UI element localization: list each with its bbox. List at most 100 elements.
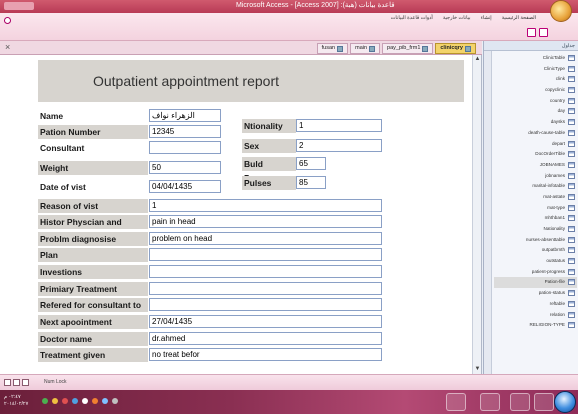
table-icon bbox=[568, 55, 575, 61]
status-text: Num Lock bbox=[44, 379, 67, 385]
nav-item[interactable]: Pation-file bbox=[494, 277, 577, 289]
nav-item[interactable]: pation-status bbox=[494, 288, 577, 299]
document-area: × clinicqry pay_pib_frm1 main fusan ▲ ▼ bbox=[0, 41, 482, 374]
field-reason-of-visit: 1 bbox=[149, 199, 382, 212]
taskbar-access-button[interactable] bbox=[446, 393, 466, 411]
nav-item[interactable]: outstatus bbox=[494, 256, 577, 267]
nav-item[interactable]: ClinicTable bbox=[494, 53, 577, 64]
nav-item[interactable]: depart bbox=[494, 139, 577, 150]
scroll-up-icon[interactable]: ▲ bbox=[474, 56, 481, 63]
start-button-icon[interactable] bbox=[554, 391, 576, 413]
nav-pane-header[interactable]: جداول bbox=[484, 41, 578, 51]
status-bar: Num Lock bbox=[0, 374, 578, 390]
nav-item[interactable]: outpatbrnth bbox=[494, 245, 577, 256]
table-icon bbox=[568, 108, 575, 115]
table-icon bbox=[568, 183, 575, 190]
label-weight: Weight bbox=[38, 161, 148, 175]
nav-item-label: Pation-file bbox=[544, 279, 565, 285]
doc-tab-label: fusan bbox=[321, 45, 336, 51]
table-icon bbox=[568, 87, 575, 94]
doc-tab-pay-pib-frm1[interactable]: pay_pib_frm1 bbox=[382, 43, 434, 54]
field-name: الزهراء نواف bbox=[149, 109, 221, 122]
view-icon[interactable] bbox=[527, 28, 536, 37]
taskbar-search-button[interactable] bbox=[480, 393, 500, 411]
nav-item[interactable]: daysks bbox=[494, 117, 577, 128]
tray-icon[interactable] bbox=[42, 398, 48, 404]
ribbon-tab-database-tools[interactable]: أدوات قاعدة البيانات bbox=[391, 15, 433, 21]
nav-item[interactable]: clink bbox=[494, 74, 577, 85]
field-investions bbox=[149, 265, 382, 278]
window-title-bar: Microsoft Access - [Access 2007] :قاعدة … bbox=[0, 0, 578, 22]
tray-icon[interactable] bbox=[62, 398, 68, 404]
table-icon bbox=[568, 172, 575, 179]
close-icon[interactable]: × bbox=[5, 42, 10, 52]
tray-icon[interactable] bbox=[72, 398, 78, 404]
nav-item[interactable]: JOBNAMES bbox=[494, 160, 577, 171]
table-icon bbox=[568, 65, 575, 72]
doc-tab-clinicqry[interactable]: clinicqry bbox=[435, 43, 476, 54]
nav-item[interactable]: DocOrderTible bbox=[494, 149, 577, 160]
ribbon-tabs: الصفحة الرئيسية إنشاء بيانات خارجية أدوا… bbox=[391, 15, 536, 21]
nav-item[interactable]: mhthban1 bbox=[494, 213, 577, 224]
nav-item[interactable]: patient-progress bbox=[494, 267, 577, 278]
table-icon bbox=[568, 140, 575, 147]
field-history: pain in head bbox=[149, 215, 382, 228]
table-icon bbox=[568, 290, 575, 297]
nav-item[interactable]: death-cause-table bbox=[494, 128, 577, 139]
ribbon: الصفحة الرئيسية إنشاء بيانات خارجية أدوا… bbox=[0, 13, 578, 41]
filter-icon[interactable] bbox=[539, 28, 548, 37]
doc-tab-main[interactable]: main bbox=[350, 43, 381, 54]
document-scrollbar[interactable]: ▲ ▼ bbox=[472, 55, 481, 374]
table-icon bbox=[568, 119, 575, 126]
layout-view-icon[interactable] bbox=[13, 379, 20, 386]
label-reason-of-visit: Reason of vist bbox=[38, 199, 148, 213]
field-sex: 2 bbox=[296, 139, 382, 152]
nav-item[interactable]: nurses-absenttable bbox=[494, 235, 577, 246]
label-pulses: Pulses bbox=[242, 176, 296, 190]
scroll-down-icon[interactable]: ▼ bbox=[474, 366, 481, 373]
table-icon bbox=[568, 236, 575, 243]
help-icon[interactable] bbox=[4, 17, 11, 24]
tray-icon[interactable] bbox=[82, 398, 88, 404]
ribbon-tab-home[interactable]: الصفحة الرئيسية bbox=[502, 15, 536, 21]
nav-item[interactable]: jobnames bbox=[494, 171, 577, 182]
nav-item[interactable]: mat-astate bbox=[494, 192, 577, 203]
field-plan bbox=[149, 248, 382, 261]
field-consultant bbox=[149, 141, 221, 154]
taskbar-ie-button[interactable] bbox=[510, 393, 530, 411]
clock-date: ٢٠١٤/٠٢/٢٧ bbox=[4, 401, 29, 407]
doc-tab-fusan[interactable]: fusan bbox=[316, 43, 349, 54]
nav-item[interactable]: RELIGION-TYPE bbox=[494, 320, 577, 331]
ribbon-quick-icons bbox=[527, 28, 548, 37]
query-icon bbox=[465, 45, 471, 52]
ribbon-tab-create[interactable]: إنشاء bbox=[481, 15, 492, 21]
nav-item[interactable]: reftable bbox=[494, 299, 577, 310]
tray-icon[interactable] bbox=[52, 398, 58, 404]
taskbar-folder-button[interactable] bbox=[534, 393, 554, 411]
tray-icon[interactable] bbox=[102, 398, 108, 404]
nav-item-label: marital-infotable bbox=[532, 183, 565, 189]
table-icon bbox=[568, 151, 575, 158]
taskbar-clock[interactable]: ٠٢:٤٧ م ٢٠١٤/٠٢/٢٧ bbox=[4, 394, 28, 408]
nav-item[interactable]: Nationality bbox=[494, 224, 577, 235]
office-button-icon[interactable] bbox=[550, 0, 572, 22]
label-blood-pressure: Buld Pressure bbox=[242, 157, 296, 183]
field-next-appointment: 27/04/1435 bbox=[149, 315, 382, 328]
quick-access-toolbar[interactable] bbox=[4, 2, 34, 10]
nav-item[interactable]: marital-infotable bbox=[494, 181, 577, 192]
nav-item[interactable]: ClinicType bbox=[494, 64, 577, 75]
report-header: Outpatient appointment report bbox=[38, 60, 464, 102]
nav-item-label: depart bbox=[551, 140, 565, 146]
report-view-icon[interactable] bbox=[4, 379, 11, 386]
tray-icon[interactable] bbox=[112, 398, 118, 404]
nav-item[interactable]: mat-type bbox=[494, 203, 577, 214]
nav-item[interactable]: copyclinic bbox=[494, 85, 577, 96]
ribbon-tab-external-data[interactable]: بيانات خارجية bbox=[443, 15, 471, 21]
nav-item[interactable]: relation bbox=[494, 310, 577, 321]
nav-scrollbar[interactable] bbox=[484, 51, 492, 374]
nav-item[interactable]: day bbox=[494, 106, 577, 117]
design-view-icon[interactable] bbox=[22, 379, 29, 386]
nav-item[interactable]: country bbox=[494, 96, 577, 107]
nav-item-label: outpatbrnth bbox=[541, 247, 565, 253]
tray-icon[interactable] bbox=[92, 398, 98, 404]
